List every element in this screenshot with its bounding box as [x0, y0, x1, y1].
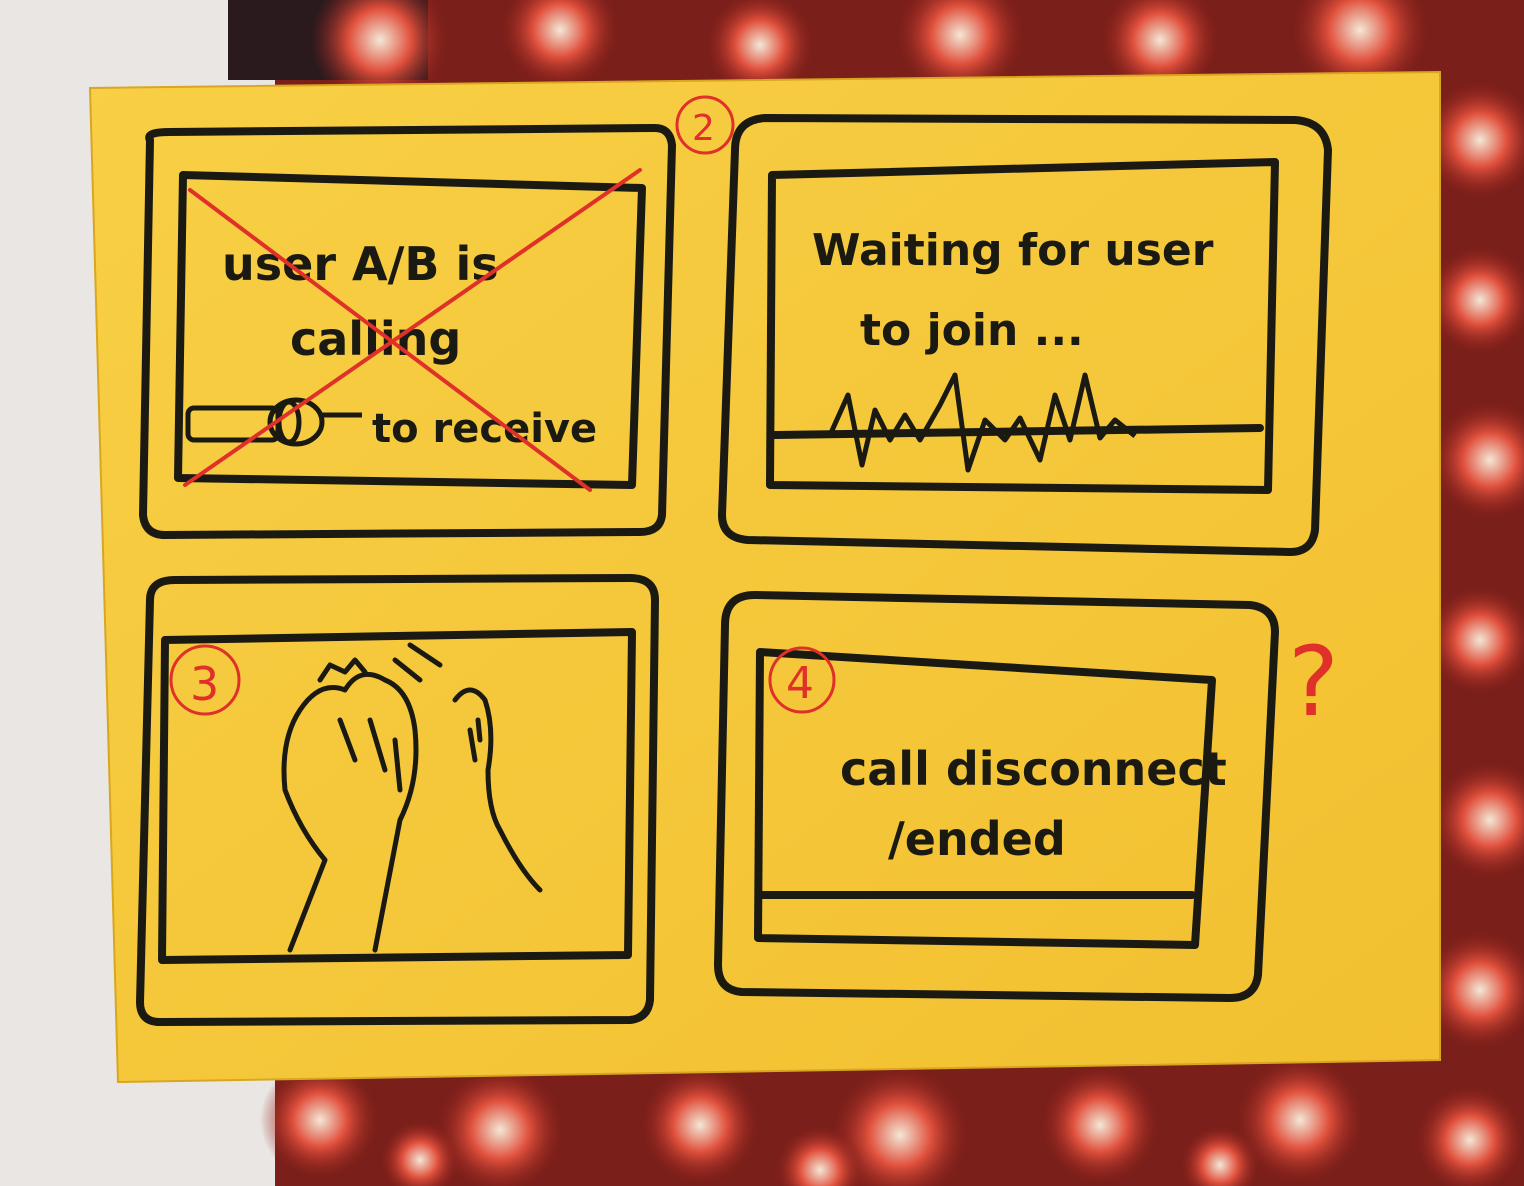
- svg-text:3: 3: [190, 657, 219, 711]
- panel-4-text-line-1: call disconnect: [840, 742, 1227, 796]
- poster-swirl: [640, 1065, 760, 1185]
- panel-1-text-line-2: calling: [290, 312, 461, 366]
- panel-2-text-line-1: Waiting for user: [812, 225, 1214, 276]
- panel-4-text-line-2: /ended: [888, 812, 1066, 866]
- panel-2-text-line-2: to join ...: [860, 305, 1084, 356]
- photo-scene: user A/B is calling to receive 2 Waiting…: [0, 0, 1524, 1186]
- margin-question-mark: ?: [1288, 626, 1339, 738]
- svg-text:2: 2: [692, 108, 715, 149]
- poster-swirl: [1040, 1065, 1160, 1185]
- svg-text:4: 4: [786, 658, 814, 709]
